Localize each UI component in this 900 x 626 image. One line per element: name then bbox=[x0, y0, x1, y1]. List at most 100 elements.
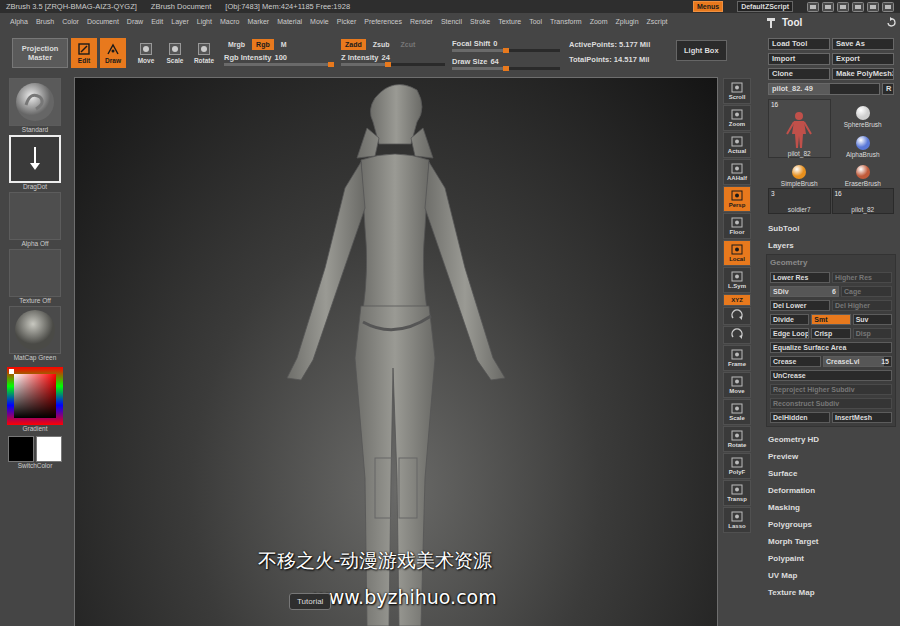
view-button[interactable]: Persp bbox=[723, 186, 751, 212]
alpha-thumbnail[interactable] bbox=[9, 192, 61, 240]
view-button[interactable]: Scale bbox=[723, 399, 751, 425]
menu-item[interactable]: Draw bbox=[127, 18, 143, 25]
geometry-button[interactable]: Del Lower bbox=[770, 300, 830, 311]
view-button[interactable]: Frame bbox=[723, 345, 751, 371]
color-swatch[interactable] bbox=[36, 436, 62, 462]
mode-button[interactable]: Edit bbox=[71, 38, 97, 68]
tutorial-button[interactable]: Tutorial bbox=[289, 593, 331, 610]
menu-item[interactable]: Zscript bbox=[647, 18, 668, 25]
menu-item[interactable]: Layer bbox=[171, 18, 189, 25]
mode-button[interactable]: Scale bbox=[162, 38, 188, 68]
menu-item[interactable]: Zplugin bbox=[616, 18, 639, 25]
menu-item[interactable]: Render bbox=[410, 18, 433, 25]
view-button[interactable]: L.Sym bbox=[723, 267, 751, 293]
menu-item[interactable]: Transform bbox=[550, 18, 582, 25]
geometry-button[interactable]: Lower Res bbox=[770, 272, 830, 283]
slider[interactable]: Z Intensity24 bbox=[341, 53, 445, 66]
geometry-slider[interactable]: SDiv6 bbox=[770, 286, 839, 297]
view-button[interactable] bbox=[723, 326, 751, 344]
script-button[interactable]: DefaultZScript bbox=[737, 1, 793, 12]
menu-item[interactable]: Zoom bbox=[590, 18, 608, 25]
stroke-thumbnail[interactable] bbox=[9, 135, 61, 183]
palette-section[interactable]: UV Map bbox=[766, 567, 896, 584]
view-button[interactable]: Actual bbox=[723, 132, 751, 158]
geometry-button[interactable]: Crisp bbox=[811, 328, 850, 339]
view-button[interactable]: Floor bbox=[723, 213, 751, 239]
slider-track[interactable] bbox=[341, 63, 445, 66]
mode-toggle[interactable]: Zadd bbox=[341, 39, 366, 50]
palette-section[interactable]: Surface bbox=[766, 465, 896, 482]
mode-toggle[interactable]: Mrgb bbox=[224, 39, 249, 50]
switch-color-label[interactable]: SwitchColor bbox=[18, 462, 53, 471]
mode-toggle[interactable]: Rgb bbox=[252, 39, 274, 50]
menu-item[interactable]: Alpha bbox=[10, 18, 28, 25]
light-box-button[interactable]: Light Box bbox=[676, 40, 727, 61]
tool-button[interactable]: Clone bbox=[768, 68, 830, 80]
tool-button[interactable]: Make PolyMesh3D bbox=[832, 68, 894, 80]
slider-handle[interactable] bbox=[503, 66, 509, 71]
geometry-button[interactable]: InsertMesh bbox=[832, 412, 892, 423]
mode-button[interactable]: Rotate bbox=[191, 38, 217, 68]
palette-section[interactable]: Masking bbox=[766, 499, 896, 516]
menu-item[interactable]: Material bbox=[277, 18, 302, 25]
view-button[interactable]: PolyF bbox=[723, 453, 751, 479]
menu-item[interactable]: Stroke bbox=[470, 18, 490, 25]
tool-thumbnail[interactable]: 16pilot_82 bbox=[832, 188, 895, 214]
tool-button[interactable]: Load Tool bbox=[768, 38, 830, 50]
tool-button[interactable]: Import bbox=[768, 53, 830, 65]
tool-button[interactable]: Save As bbox=[832, 38, 894, 50]
geometry-title[interactable]: Geometry bbox=[770, 257, 892, 269]
view-button[interactable]: Local bbox=[723, 240, 751, 266]
slider[interactable]: Draw Size64 bbox=[452, 57, 560, 70]
slider-track[interactable] bbox=[452, 67, 560, 70]
menu-item[interactable]: Edit bbox=[151, 18, 163, 25]
menu-item[interactable]: Picker bbox=[337, 18, 356, 25]
tool-thumbnail[interactable]: AlphaBrush bbox=[832, 129, 895, 158]
color-picker[interactable]: Gradient bbox=[7, 367, 63, 434]
view-button[interactable]: XYZ bbox=[723, 294, 751, 306]
palette-section[interactable]: Polypaint bbox=[766, 550, 896, 567]
r-button[interactable]: R bbox=[882, 83, 894, 95]
geometry-button[interactable]: UnCrease bbox=[770, 370, 892, 381]
view-button[interactable]: Zoom bbox=[723, 105, 751, 131]
color-swatch[interactable] bbox=[8, 436, 34, 462]
menu-item[interactable]: Macro bbox=[220, 18, 239, 25]
palette-section[interactable]: Deformation bbox=[766, 482, 896, 499]
view-button[interactable]: Transp bbox=[723, 480, 751, 506]
geometry-button[interactable]: DelHidden bbox=[770, 412, 830, 423]
shelf-item[interactable]: MatCap Green bbox=[7, 306, 63, 363]
geometry-button[interactable]: Crease bbox=[770, 356, 821, 367]
menus-button[interactable]: Menus bbox=[693, 1, 723, 12]
slider-track[interactable] bbox=[224, 63, 334, 66]
mode-toggle[interactable]: Zsub bbox=[369, 39, 394, 50]
menu-item[interactable]: Stencil bbox=[441, 18, 462, 25]
geometry-button[interactable]: Equalize Surface Area bbox=[770, 342, 892, 353]
menu-item[interactable]: Color bbox=[62, 18, 79, 25]
mode-button[interactable]: Draw bbox=[100, 38, 126, 68]
texture-thumbnail[interactable] bbox=[9, 249, 61, 297]
palette-section[interactable]: Layers bbox=[766, 237, 896, 254]
tool-thumbnail[interactable]: EraserBrush bbox=[832, 159, 895, 187]
palette-section[interactable]: SubTool bbox=[766, 220, 896, 237]
tool-button[interactable]: Export bbox=[832, 53, 894, 65]
mode-button[interactable]: Move bbox=[133, 38, 159, 68]
projection-master-button[interactable]: Projection Master bbox=[12, 38, 68, 68]
palette-section[interactable]: Preview bbox=[766, 448, 896, 465]
current-tool-slider[interactable]: pilot_82. 49 bbox=[768, 83, 880, 95]
menu-item[interactable]: Marker bbox=[247, 18, 269, 25]
geometry-button[interactable]: Edge Loop bbox=[770, 328, 809, 339]
slider-track[interactable] bbox=[452, 49, 560, 52]
shelf-item[interactable]: DragDot bbox=[7, 135, 63, 192]
slider[interactable]: Rgb Intensity100 bbox=[224, 53, 334, 66]
view-button[interactable] bbox=[723, 307, 751, 325]
menu-item[interactable]: Tool bbox=[529, 18, 542, 25]
tool-thumbnail[interactable]: 3soldier7 bbox=[768, 188, 831, 214]
material-thumbnail[interactable] bbox=[9, 306, 61, 354]
palette-section[interactable]: Geometry HD bbox=[766, 431, 896, 448]
geometry-button[interactable]: Smt bbox=[811, 314, 850, 325]
menu-item[interactable]: Document bbox=[87, 18, 119, 25]
tool-thumbnail[interactable]: SphereBrush bbox=[832, 99, 895, 128]
shelf-item[interactable]: Standard bbox=[7, 78, 63, 135]
shelf-item[interactable]: Alpha Off bbox=[7, 192, 63, 249]
slider[interactable]: Focal Shift0 bbox=[452, 39, 560, 52]
